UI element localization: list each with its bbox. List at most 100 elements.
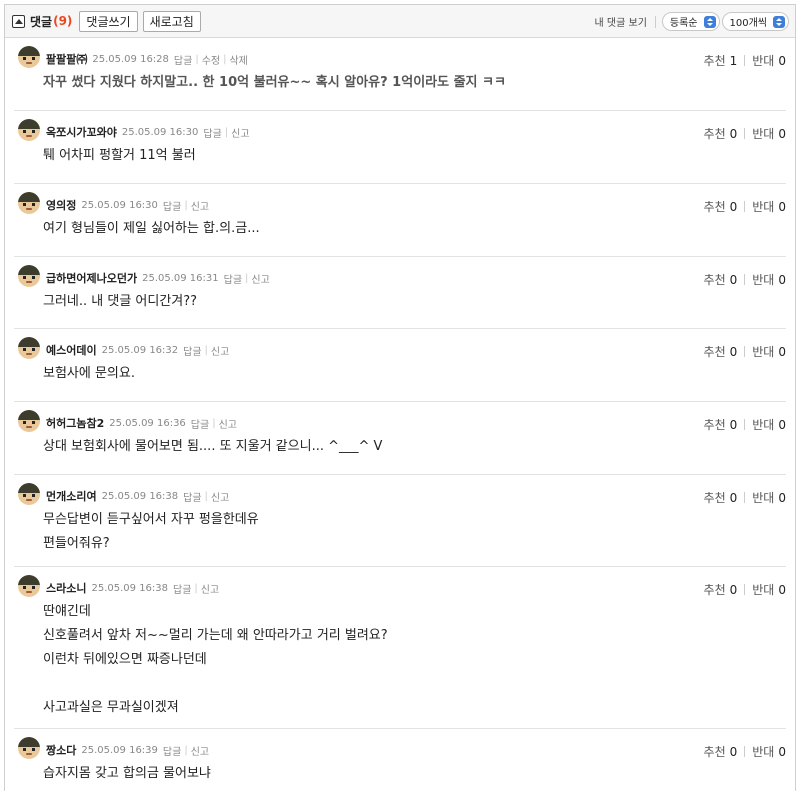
recommend-button[interactable]: 추천 0 [704, 343, 738, 360]
avatar-icon[interactable] [18, 483, 40, 505]
avatar-icon[interactable] [18, 337, 40, 359]
comment-text: 그러네.. 내 댓글 어디간겨?? [43, 294, 198, 309]
edit-link[interactable]: 수정 [202, 52, 220, 67]
comment-meta: 짱소다 25.05.09 16:39 답글 | 신고 [46, 742, 209, 758]
collapse-toggle-icon[interactable] [12, 14, 25, 28]
oppose-label: 반대 [752, 273, 775, 287]
comment-author[interactable]: 옥쪼시가꼬와야 [46, 124, 117, 140]
comment-timestamp: 25.05.09 16:38 [91, 582, 169, 594]
delete-link[interactable]: 삭제 [229, 52, 247, 67]
avatar-icon[interactable] [18, 410, 40, 432]
oppose-button[interactable]: 반대 0 [752, 743, 786, 760]
oppose-button[interactable]: 반대 0 [752, 271, 786, 288]
recommend-button[interactable]: 추천 0 [704, 125, 738, 142]
my-comments-link[interactable]: 내 댓글 보기 [595, 14, 647, 29]
reply-link[interactable]: 답글 [163, 743, 181, 758]
recommend-button[interactable]: 추천 0 [704, 416, 738, 433]
oppose-label: 반대 [752, 491, 775, 505]
recommend-count: 0 [729, 273, 738, 287]
oppose-button[interactable]: 반대 0 [752, 343, 786, 360]
oppose-count: 0 [778, 200, 786, 214]
comment-timestamp: 25.05.09 16:39 [81, 744, 158, 756]
comment-item: 옥쪼시가꼬와야 25.05.09 16:30 답글 | 신고 추천 0 반대 0 퉤… [14, 111, 786, 184]
oppose-button[interactable]: 반대 0 [752, 125, 786, 142]
reply-link[interactable]: 답글 [191, 416, 209, 431]
comment-list: 팔팔팔㈜ 25.05.09 16:28 답글 | 수정 | 삭제 추천 1 반대 0… [5, 38, 795, 791]
avatar-icon[interactable] [18, 192, 40, 214]
comment-item: 스라소니 25.05.09 16:38 답글 | 신고 추천 0 반대 0 딴얘긴데… [14, 567, 786, 729]
report-link[interactable]: 신고 [191, 743, 209, 758]
comment-author[interactable]: 먼개소리여 [46, 488, 97, 504]
comment-header: 댓글 (9) 댓글쓰기 새로고침 내 댓글 보기 등록순 100개씩 [5, 5, 795, 38]
comment-meta: 영의정 25.05.09 16:30 답글 | 신고 [46, 197, 209, 213]
oppose-label: 반대 [752, 583, 775, 597]
divider: | [204, 490, 208, 502]
recommend-count: 0 [729, 491, 738, 505]
recommend-button[interactable]: 추천 0 [704, 271, 738, 288]
reply-link[interactable]: 답글 [183, 489, 201, 504]
comment-item: 급하면어제나오던가 25.05.09 16:31 답글 | 신고 추천 0 반대 0… [14, 257, 786, 329]
report-link[interactable]: 신고 [211, 343, 229, 358]
divider [744, 419, 746, 430]
vote-area: 추천 0 반대 0 [704, 743, 786, 760]
oppose-label: 반대 [752, 345, 775, 359]
reply-link[interactable]: 답글 [203, 125, 221, 140]
report-link[interactable]: 신고 [219, 416, 237, 431]
recommend-button[interactable]: 추천 0 [704, 489, 738, 506]
report-link[interactable]: 신고 [251, 271, 269, 286]
sort-select-value: 등록순 [669, 18, 698, 29]
comment-timestamp: 25.05.09 16:30 [81, 199, 158, 211]
reply-link[interactable]: 답글 [173, 581, 191, 596]
comment-item: 짱소다 25.05.09 16:39 답글 | 신고 추천 0 반대 0 습자지몸 … [14, 729, 786, 791]
recommend-button[interactable]: 추천 0 [704, 198, 738, 215]
page-size-select[interactable]: 100개씩 [721, 12, 789, 31]
comment-author[interactable]: 스라소니 [46, 580, 86, 596]
sort-select[interactable]: 등록순 [661, 12, 720, 31]
comment-timestamp: 25.05.09 16:31 [142, 272, 219, 284]
comment-meta: 옥쪼시가꼬와야 25.05.09 16:30 답글 | 신고 [46, 124, 250, 140]
recommend-button[interactable]: 추천 1 [704, 52, 738, 69]
reply-link[interactable]: 답글 [163, 198, 181, 213]
recommend-button[interactable]: 추천 0 [704, 743, 738, 760]
comment-item: 영의정 25.05.09 16:30 답글 | 신고 추천 0 반대 0 여기 형님… [14, 184, 786, 257]
comment-meta: 스라소니 25.05.09 16:38 답글 | 신고 [46, 580, 219, 596]
avatar-icon[interactable] [18, 575, 40, 597]
report-link[interactable]: 신고 [191, 198, 209, 213]
comment-author[interactable]: 팔팔팔㈜ [46, 51, 87, 67]
comment-count: (9) [53, 14, 73, 28]
oppose-count: 0 [778, 745, 786, 759]
oppose-count: 0 [778, 418, 786, 432]
recommend-label: 추천 [703, 491, 726, 505]
oppose-button[interactable]: 반대 0 [752, 489, 786, 506]
comment-author[interactable]: 허허그놈참2 [46, 415, 104, 431]
write-comment-button[interactable]: 댓글쓰기 [79, 10, 138, 32]
oppose-button[interactable]: 반대 0 [752, 198, 786, 215]
recommend-count: 0 [729, 127, 738, 141]
oppose-button[interactable]: 반대 0 [752, 416, 786, 433]
divider [654, 15, 656, 28]
comment-text: 보험사에 문의요. [43, 366, 135, 381]
divider [744, 746, 746, 757]
reply-link[interactable]: 답글 [224, 271, 242, 286]
report-link[interactable]: 신고 [231, 125, 249, 140]
comment-author[interactable]: 급하면어제나오던가 [46, 270, 137, 286]
comment-author[interactable]: 영의정 [46, 197, 76, 213]
oppose-button[interactable]: 반대 0 [752, 52, 786, 69]
recommend-button[interactable]: 추천 0 [704, 581, 738, 598]
refresh-button[interactable]: 새로고침 [142, 10, 201, 32]
avatar-icon[interactable] [18, 119, 40, 141]
avatar-icon[interactable] [18, 46, 40, 68]
comment-author[interactable]: 짱소다 [46, 742, 76, 758]
comment-timestamp: 25.05.09 16:38 [101, 490, 179, 502]
comment-author[interactable]: 예스어데이 [46, 342, 97, 358]
reply-link[interactable]: 답글 [174, 52, 192, 67]
avatar-icon[interactable] [18, 265, 40, 287]
report-link[interactable]: 신고 [211, 489, 229, 504]
avatar-icon[interactable] [18, 737, 40, 759]
divider: | [245, 272, 249, 284]
oppose-button[interactable]: 반대 0 [752, 581, 786, 598]
comment-meta: 허허그놈참2 25.05.09 16:36 답글 | 신고 [46, 415, 237, 431]
reply-link[interactable]: 답글 [183, 343, 201, 358]
oppose-count: 0 [778, 583, 786, 597]
report-link[interactable]: 신고 [201, 581, 219, 596]
